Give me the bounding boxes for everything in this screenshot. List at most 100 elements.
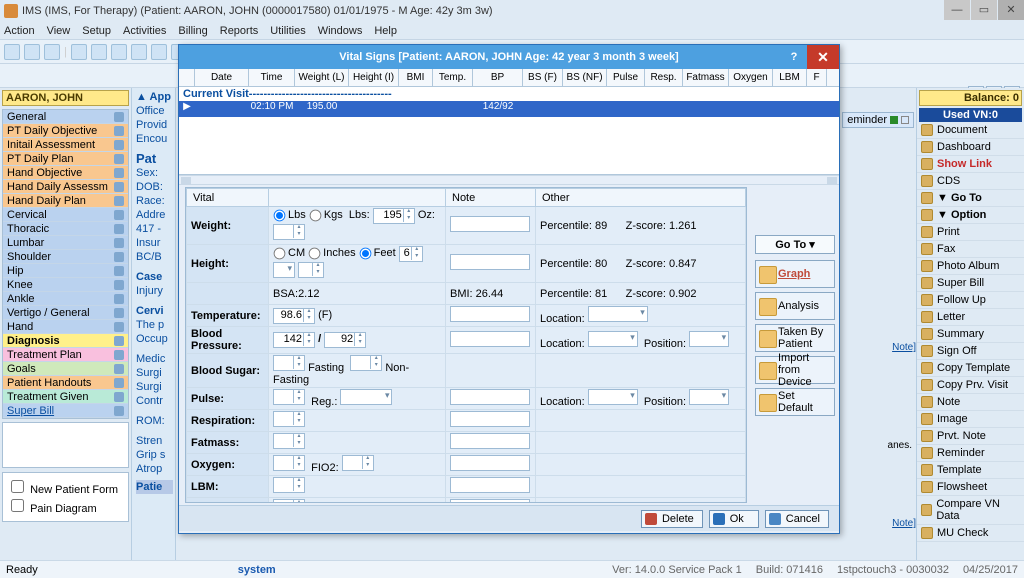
- close-button[interactable]: ✕: [998, 0, 1024, 20]
- log-col-header[interactable]: Oxygen: [729, 69, 773, 86]
- height-note-input[interactable]: [450, 254, 530, 270]
- right-item[interactable]: ▼ Go To: [917, 190, 1024, 207]
- nav-item[interactable]: Ankle: [3, 292, 128, 306]
- nav-item[interactable]: Diagnosis: [3, 334, 128, 348]
- log-col-header[interactable]: Date: [195, 69, 249, 86]
- pulse-position-select[interactable]: [689, 389, 729, 405]
- nav-item[interactable]: Initail Assessment: [3, 138, 128, 152]
- nav-item[interactable]: Hand: [3, 320, 128, 334]
- nav-item[interactable]: Goals: [3, 362, 128, 376]
- weight-note-input[interactable]: [450, 216, 530, 232]
- right-item[interactable]: Template: [917, 462, 1024, 479]
- log-col-header[interactable]: BS (F): [523, 69, 563, 86]
- right-item[interactable]: Summary: [917, 326, 1024, 343]
- right-item[interactable]: Copy Prv. Visit: [917, 377, 1024, 394]
- tool-icon[interactable]: [131, 44, 147, 60]
- graph-button[interactable]: Graph: [755, 260, 835, 288]
- menu-help[interactable]: Help: [374, 22, 397, 39]
- height-inches-radio[interactable]: Inches: [308, 247, 355, 259]
- right-item[interactable]: ▼ Option: [917, 207, 1024, 224]
- weight-kgs-radio[interactable]: Kgs: [309, 209, 343, 221]
- right-item[interactable]: MU Check: [917, 525, 1024, 542]
- height-feet-radio[interactable]: Feet: [359, 247, 396, 259]
- nav-item[interactable]: PT Daily Plan: [3, 152, 128, 166]
- right-item[interactable]: CDS: [917, 173, 1024, 190]
- nav-item[interactable]: Hand Objective: [3, 166, 128, 180]
- patient-name-header[interactable]: AARON, JOHN: [2, 90, 129, 106]
- pulse-note-input[interactable]: [450, 389, 530, 405]
- minimize-button[interactable]: —: [944, 0, 970, 20]
- nav-item[interactable]: Hand Daily Assessm: [3, 180, 128, 194]
- weight-lbs-input[interactable]: 195: [373, 208, 415, 224]
- tool-icon[interactable]: [111, 44, 127, 60]
- chk-pain-diagram[interactable]: Pain Diagram: [7, 496, 124, 515]
- right-item[interactable]: Compare VN Data: [917, 496, 1024, 525]
- menu-billing[interactable]: Billing: [178, 22, 207, 39]
- log-col-header[interactable]: Temp.: [433, 69, 473, 86]
- tool-icon[interactable]: [151, 44, 167, 60]
- menu-reports[interactable]: Reports: [220, 22, 259, 39]
- peak-note-input[interactable]: [450, 499, 530, 503]
- bp-position-select[interactable]: [689, 331, 729, 347]
- chk-pain-diagram-input[interactable]: [11, 499, 24, 512]
- right-item[interactable]: Dashboard: [917, 139, 1024, 156]
- nav-item[interactable]: Lumbar: [3, 236, 128, 250]
- right-item[interactable]: Fax: [917, 241, 1024, 258]
- log-col-header[interactable]: BP: [473, 69, 523, 86]
- sugar-nonfasting-input[interactable]: [350, 355, 382, 371]
- fatmass-input[interactable]: [273, 433, 305, 449]
- nav-item[interactable]: Hip: [3, 264, 128, 278]
- nav-item[interactable]: Thoracic: [3, 222, 128, 236]
- nav-item[interactable]: General: [3, 110, 128, 124]
- analysis-button[interactable]: Analysis: [755, 292, 835, 320]
- nav-item[interactable]: Treatment Plan: [3, 348, 128, 362]
- temp-note-input[interactable]: [450, 306, 530, 322]
- right-item[interactable]: Sign Off: [917, 343, 1024, 360]
- tool-icon[interactable]: [24, 44, 40, 60]
- right-item[interactable]: Follow Up: [917, 292, 1024, 309]
- log-col-header[interactable]: [179, 69, 195, 86]
- bp-note-input[interactable]: [450, 331, 530, 347]
- radio-kgs[interactable]: [309, 209, 321, 221]
- menu-action[interactable]: Action: [4, 22, 35, 39]
- nav-item[interactable]: Treatment Given: [3, 390, 128, 404]
- menu-setup[interactable]: Setup: [82, 22, 111, 39]
- right-item[interactable]: Show Link: [917, 156, 1024, 173]
- temp-input[interactable]: 98.6: [273, 308, 315, 324]
- right-item[interactable]: Document: [917, 122, 1024, 139]
- chk-new-patient-form-input[interactable]: [11, 480, 24, 493]
- log-col-header[interactable]: LBM: [773, 69, 807, 86]
- nav-item[interactable]: Patient Handouts: [3, 376, 128, 390]
- right-item[interactable]: Reminder: [917, 445, 1024, 462]
- right-item[interactable]: Copy Template: [917, 360, 1024, 377]
- nav-item[interactable]: Vertigo / General: [3, 306, 128, 320]
- oxygen-note-input[interactable]: [450, 455, 530, 471]
- menu-utilities[interactable]: Utilities: [270, 22, 305, 39]
- height-frac-input[interactable]: [298, 262, 324, 278]
- nav-item[interactable]: Cervical: [3, 208, 128, 222]
- peakflow-input[interactable]: [273, 499, 305, 503]
- right-item[interactable]: Super Bill: [917, 275, 1024, 292]
- weight-lbs-radio[interactable]: Lbs: [273, 209, 306, 221]
- cancel-button[interactable]: Cancel: [765, 510, 829, 528]
- log-col-header[interactable]: Height (I): [349, 69, 399, 86]
- radio-cm[interactable]: [274, 247, 286, 259]
- right-item[interactable]: Print: [917, 224, 1024, 241]
- resp-input[interactable]: [273, 411, 305, 427]
- nav-item[interactable]: Hand Daily Plan: [3, 194, 128, 208]
- chk-new-patient-form[interactable]: New Patient Form: [7, 477, 124, 496]
- dialog-help-button[interactable]: ?: [783, 45, 805, 69]
- menu-windows[interactable]: Windows: [318, 22, 363, 39]
- log-col-header[interactable]: BS (NF): [563, 69, 607, 86]
- nav-item[interactable]: Super Bill: [3, 404, 128, 418]
- ok-button[interactable]: Ok: [709, 510, 759, 528]
- bp-dia-input[interactable]: 92: [324, 332, 366, 348]
- import-from-device-button[interactable]: Import from Device: [755, 356, 835, 384]
- fio2-input[interactable]: [342, 455, 374, 471]
- oxygen-input[interactable]: [273, 455, 305, 471]
- visit-log-row-selected[interactable]: ▶ 02:10 PM 195.00 142/92: [179, 101, 839, 117]
- resp-note-input[interactable]: [450, 411, 530, 427]
- radio-lbs[interactable]: [274, 209, 286, 221]
- nav-item[interactable]: Shoulder: [3, 250, 128, 264]
- pulse-reg-select[interactable]: [340, 389, 392, 405]
